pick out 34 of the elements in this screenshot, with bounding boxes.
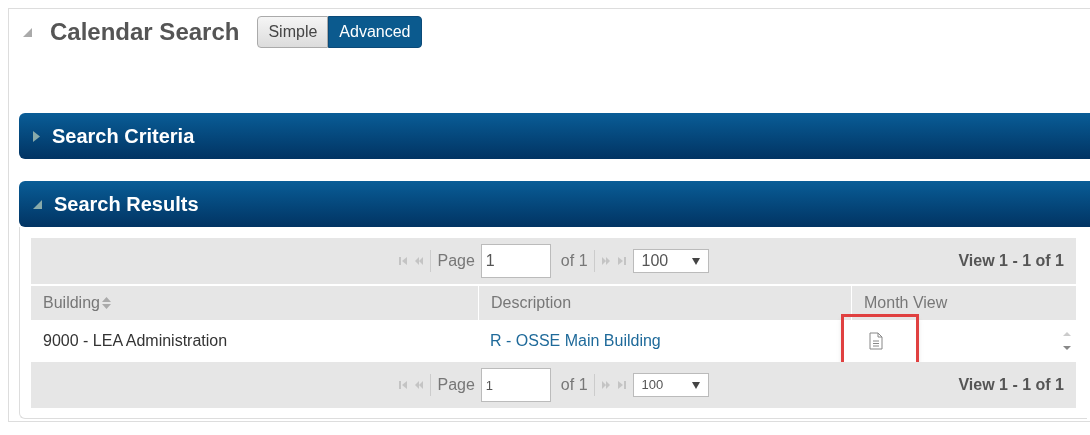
page-input[interactable]: 1	[480, 368, 551, 402]
page-input[interactable]: 1	[480, 244, 551, 278]
scroll-arrows-icon[interactable]	[1062, 330, 1072, 352]
next-page-icon[interactable]	[600, 380, 611, 390]
expand-icon[interactable]	[33, 130, 40, 142]
page-count: of 1	[560, 375, 588, 395]
page-label: Page	[437, 375, 475, 395]
page-label: Page	[437, 251, 475, 271]
last-page-icon[interactable]	[616, 380, 627, 390]
page-size-select[interactable]: 100	[632, 373, 709, 397]
dropdown-caret-icon[interactable]	[691, 381, 700, 389]
collapse-icon[interactable]	[33, 199, 42, 209]
first-page-icon[interactable]	[398, 256, 409, 266]
page-count: of 1	[560, 251, 588, 271]
previous-page-icon[interactable]	[414, 380, 425, 390]
search-results-header[interactable]: Search Results	[19, 181, 1090, 227]
first-page-icon[interactable]	[398, 380, 409, 390]
record-count: View 1 - 1 of 1	[958, 375, 1064, 395]
sort-icon[interactable]	[101, 297, 111, 309]
previous-page-icon[interactable]	[414, 256, 425, 266]
dropdown-caret-icon[interactable]	[691, 257, 700, 265]
record-count: View 1 - 1 of 1	[958, 251, 1064, 271]
view-toggle-tab[interactable]: Simple	[257, 16, 329, 48]
table-cell-text: 9000 - LEA Administration	[42, 331, 229, 351]
description-link[interactable]: R - OSSE Main Building	[490, 329, 661, 353]
document-icon[interactable]	[869, 332, 883, 350]
page-size-select[interactable]: 100	[632, 249, 709, 273]
collapse-icon[interactable]	[23, 27, 32, 37]
view-toggle-tab[interactable]: Advanced	[328, 16, 422, 48]
search-criteria-header[interactable]: Search Criteria	[19, 113, 1090, 159]
next-page-icon[interactable]	[600, 256, 611, 266]
column-header[interactable]: Building	[31, 286, 478, 320]
page-title: Calendar Search	[50, 17, 240, 47]
last-page-icon[interactable]	[616, 256, 627, 266]
